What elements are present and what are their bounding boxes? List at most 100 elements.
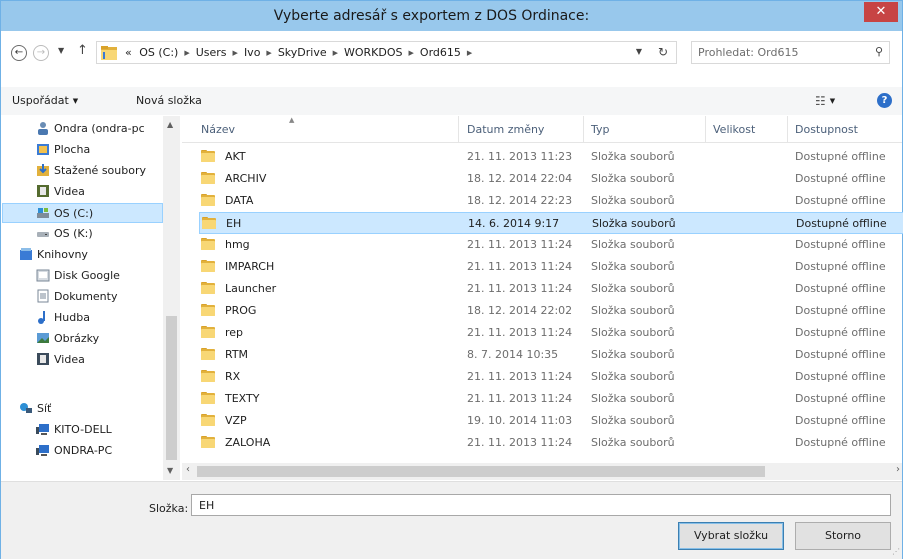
breadcrumb-separator-icon[interactable]: ▶ (184, 43, 189, 64)
nav-item-label: Videa (54, 185, 85, 198)
table-row[interactable]: RTM 8. 7. 2014 10:35 Složka souborů Dostupn… (199, 344, 903, 366)
nav-item-ondra-pc[interactable]: ONDRA-PC (36, 441, 112, 461)
column-header-size[interactable]: Velikost (713, 123, 755, 136)
nav-item-sit[interactable]: Síť (19, 399, 51, 419)
nav-item-os-k[interactable]: OS (K:) (36, 224, 93, 244)
breadcrumb-separator-icon[interactable]: ▶ (266, 43, 271, 64)
title-bar[interactable]: Vyberte adresář s exportem z DOS Ordinac… (1, 1, 902, 31)
breadcrumb-overflow[interactable]: « (125, 42, 132, 63)
nav-item-obrazky[interactable]: Obrázky (36, 329, 99, 349)
column-divider[interactable] (458, 116, 459, 143)
address-dropdown-icon[interactable]: ▼ (636, 47, 642, 56)
cell-availability: Dostupné offline (795, 260, 886, 273)
cancel-button[interactable]: Storno (795, 522, 891, 550)
table-row[interactable]: VZP 19. 10. 2014 11:03 Složka souborů Dostu… (199, 410, 903, 432)
resize-grip-icon[interactable]: ⋰ (892, 547, 900, 556)
breadcrumb-item[interactable]: Ivo (244, 42, 260, 63)
nav-item-disk-google[interactable]: Disk Google (36, 266, 120, 286)
nav-item-knihovny[interactable]: Knihovny (19, 245, 88, 265)
nav-item-dokumenty[interactable]: Dokumenty (36, 287, 117, 307)
cell-type: Složka souborů (592, 217, 676, 230)
nav-item-stazene-soubory[interactable]: Stažené soubory (36, 161, 146, 181)
change-view-button[interactable]: ☷ ▼ (815, 94, 835, 108)
forward-button[interactable]: → (33, 45, 49, 61)
column-divider[interactable] (705, 116, 706, 143)
table-row[interactable]: rep 21. 11. 2013 11:24 Složka souborů Dostu… (199, 322, 903, 344)
breadcrumb-separator-icon[interactable]: ▶ (409, 43, 414, 64)
refresh-icon[interactable]: ↻ (658, 45, 668, 59)
cell-name: PROG (225, 304, 257, 317)
breadcrumb-item[interactable]: Users (196, 42, 227, 63)
select-folder-button[interactable]: Vybrat složku (678, 522, 784, 550)
table-row[interactable]: Launcher 21. 11. 2013 11:24 Složka souborů… (199, 278, 903, 300)
cell-availability: Dostupné offline (795, 282, 886, 295)
nav-pane-scrollbar[interactable]: ▲ ▼ (163, 116, 180, 480)
table-row[interactable]: hmg 21. 11. 2013 11:24 Složka souborů Dostu… (199, 234, 903, 256)
recent-locations-icon[interactable]: ▼ (58, 46, 64, 55)
breadcrumb-separator-icon[interactable]: ▶ (333, 43, 338, 64)
computer-icon (36, 443, 50, 457)
search-input[interactable] (698, 45, 858, 60)
new-folder-button[interactable]: Nová složka (136, 94, 202, 107)
up-arrow-icon[interactable]: ↑ (77, 43, 88, 58)
cell-date: 19. 10. 2014 11:03 (467, 414, 573, 427)
horizontal-scrollbar[interactable]: ‹ › (182, 463, 902, 480)
cell-availability: Dostupné offline (795, 304, 886, 317)
table-row[interactable]: ARCHIV 18. 12. 2014 22:04 Složka souborů Do… (199, 168, 903, 190)
chevron-down-icon[interactable]: ▼ (167, 466, 173, 475)
cell-name: EH (226, 217, 242, 230)
scrollbar-thumb[interactable] (166, 316, 177, 460)
column-header-type[interactable]: Typ (591, 123, 610, 136)
nav-item-label: Knihovny (37, 248, 88, 261)
nav-item-label: Síť (37, 402, 52, 415)
nav-item-label: OS (K:) (54, 227, 93, 240)
column-divider[interactable] (787, 116, 788, 143)
back-button[interactable]: ← (11, 45, 27, 61)
organize-label: Uspořádat (12, 94, 69, 107)
column-divider[interactable] (583, 116, 584, 143)
folder-name-input[interactable] (191, 494, 891, 516)
column-header-availability[interactable]: Dostupnost (795, 123, 858, 136)
organize-button[interactable]: Uspořádat ▼ (12, 94, 78, 107)
videos-icon (36, 352, 50, 366)
column-header-date[interactable]: Datum změny (467, 123, 544, 136)
table-row[interactable]: ZALOHA 21. 11. 2013 11:24 Složka souborů Do… (199, 432, 903, 454)
table-row[interactable]: PROG 18. 12. 2014 22:02 Složka souborů Dost… (199, 300, 903, 322)
chevron-right-icon[interactable]: › (896, 464, 900, 475)
nav-item-os-c[interactable]: OS (C:) (2, 203, 163, 223)
scrollbar-thumb[interactable] (197, 466, 765, 477)
breadcrumb-separator-icon[interactable]: ▶ (467, 43, 472, 64)
chevron-left-icon[interactable]: ‹ (186, 464, 190, 475)
nav-item-ondra-homegroup[interactable]: Ondra (ondra-pc (36, 119, 145, 139)
search-box[interactable]: ⚲ (691, 41, 890, 64)
breadcrumb-item[interactable]: Ord615 (420, 42, 461, 63)
cell-date: 21. 11. 2013 11:24 (467, 370, 573, 383)
table-row[interactable]: RX 21. 11. 2013 11:24 Složka souborů Dostup… (199, 366, 903, 388)
nav-item-videa[interactable]: Videa (36, 182, 85, 202)
table-row[interactable]: EH 14. 6. 2014 9:17 Složka souborů Dostupné… (199, 212, 903, 234)
nav-item-plocha[interactable]: Plocha (36, 140, 90, 160)
cell-date: 21. 11. 2013 11:24 (467, 436, 573, 449)
nav-item-kito-dell[interactable]: KITO-DELL (36, 420, 112, 440)
search-icon[interactable]: ⚲ (875, 45, 883, 58)
cell-type: Složka souborů (591, 414, 675, 427)
address-bar[interactable]: « OS (C:) ▶ Users ▶ Ivo ▶ SkyDrive ▶ WORKDOS ▶ Ord… (96, 41, 677, 64)
nav-item-videa-library[interactable]: Videa (36, 350, 85, 370)
breadcrumb-separator-icon[interactable]: ▶ (233, 43, 238, 64)
table-row[interactable]: IMPARCH 21. 11. 2013 11:24 Složka souborů D… (199, 256, 903, 278)
column-header-name[interactable]: Název (201, 123, 235, 136)
drive-k-icon (36, 226, 50, 240)
table-row[interactable]: TEXTY 21. 11. 2013 11:24 Složka souborů Dos… (199, 388, 903, 410)
breadcrumb-item[interactable]: OS (C:) (139, 42, 178, 63)
help-icon[interactable]: ? (877, 93, 892, 108)
breadcrumb-item[interactable]: SkyDrive (278, 42, 327, 63)
chevron-up-icon[interactable]: ▲ (167, 120, 173, 129)
close-button[interactable]: ✕ (864, 2, 898, 22)
table-row[interactable]: DATA 18. 12. 2014 22:23 Složka souborů Dost… (199, 190, 903, 212)
folder-icon (201, 282, 215, 294)
breadcrumb-item[interactable]: WORKDOS (344, 42, 403, 63)
cell-type: Složka souborů (591, 282, 675, 295)
desktop-icon (36, 142, 50, 156)
nav-item-hudba[interactable]: Hudba (36, 308, 90, 328)
table-row[interactable]: AKT 21. 11. 2013 11:23 Složka souborů Dostu… (199, 146, 903, 168)
